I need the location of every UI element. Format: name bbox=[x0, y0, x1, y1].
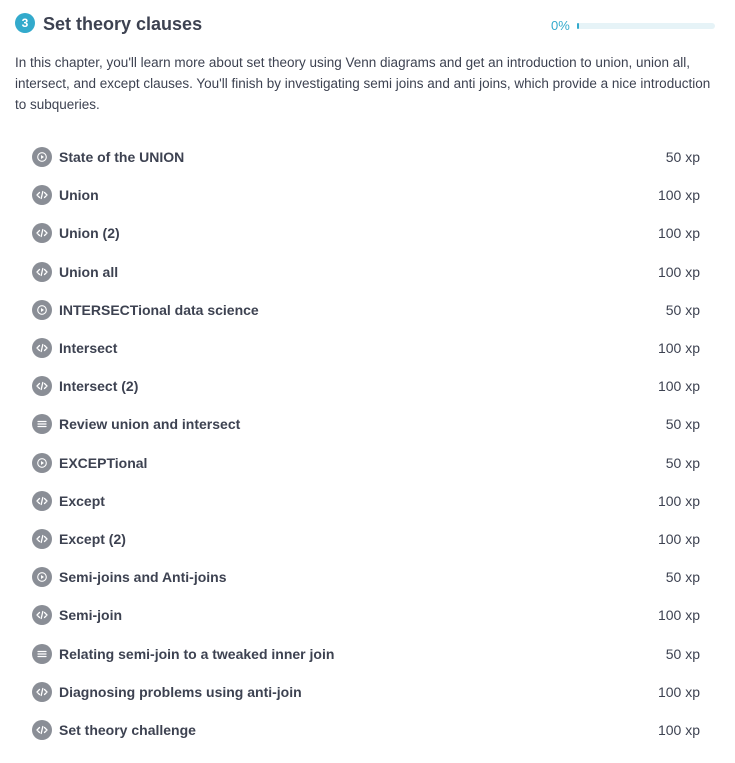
lesson-item[interactable]: Except 100 xp bbox=[32, 482, 700, 520]
chapter-title[interactable]: Set theory clauses bbox=[43, 12, 202, 36]
code-icon bbox=[32, 528, 52, 549]
lesson-item[interactable]: EXCEPTional 50 xp bbox=[32, 444, 700, 482]
lesson-xp: 50 xp bbox=[665, 645, 700, 662]
lesson-item[interactable]: INTERSECTional data science 50 xp bbox=[32, 291, 700, 329]
lesson-xp: 100 xp bbox=[657, 492, 700, 509]
lesson-title[interactable]: Union (2) bbox=[59, 225, 658, 241]
lesson-item[interactable]: Semi-join 100 xp bbox=[32, 596, 700, 634]
code-icon bbox=[32, 605, 52, 626]
lesson-item[interactable]: Diagnosing problems using anti-join 100 … bbox=[32, 673, 700, 711]
lesson-title[interactable]: Semi-joins and Anti-joins bbox=[59, 569, 666, 585]
lesson-title[interactable]: INTERSECTional data science bbox=[59, 302, 666, 318]
code-icon bbox=[32, 719, 52, 740]
lesson-title[interactable]: Intersect (2) bbox=[59, 378, 658, 394]
lesson-item[interactable]: Intersect (2) 100 xp bbox=[32, 367, 700, 405]
lesson-item[interactable]: Set theory challenge 100 xp bbox=[32, 711, 700, 749]
lesson-xp: 100 xp bbox=[657, 263, 700, 280]
lesson-title[interactable]: EXCEPTional bbox=[59, 455, 666, 471]
lesson-xp: 100 xp bbox=[657, 607, 700, 624]
progress-percentage: 0% bbox=[551, 18, 570, 33]
play-icon bbox=[32, 299, 52, 320]
lesson-title[interactable]: Semi-join bbox=[59, 607, 658, 623]
lesson-xp: 100 xp bbox=[657, 721, 700, 738]
lesson-xp: 100 xp bbox=[657, 340, 700, 357]
lesson-title[interactable]: State of the UNION bbox=[59, 149, 666, 165]
play-icon bbox=[32, 567, 52, 588]
progress-bar-fill bbox=[577, 23, 579, 29]
play-icon bbox=[32, 147, 52, 168]
lesson-item[interactable]: Semi-joins and Anti-joins 50 xp bbox=[32, 558, 700, 596]
code-icon bbox=[32, 338, 52, 359]
progress-bar bbox=[577, 23, 715, 29]
lesson-item[interactable]: Review union and intersect 50 xp bbox=[32, 405, 700, 443]
code-icon bbox=[32, 681, 52, 702]
code-icon bbox=[32, 490, 52, 511]
lesson-title[interactable]: Relating semi-join to a tweaked inner jo… bbox=[59, 646, 666, 662]
lesson-title[interactable]: Diagnosing problems using anti-join bbox=[59, 684, 658, 700]
code-icon bbox=[32, 261, 52, 282]
lesson-item[interactable]: Union all 100 xp bbox=[32, 253, 700, 291]
lesson-xp: 100 xp bbox=[657, 378, 700, 395]
lesson-list: State of the UNION 50 xp Union 100 xp Un… bbox=[32, 138, 700, 749]
play-icon bbox=[32, 452, 52, 473]
code-icon bbox=[32, 223, 52, 244]
lesson-xp: 50 xp bbox=[665, 454, 700, 471]
lesson-xp: 50 xp bbox=[665, 416, 700, 433]
lesson-item[interactable]: Intersect 100 xp bbox=[32, 329, 700, 367]
lesson-xp: 50 xp bbox=[665, 569, 700, 586]
lesson-title[interactable]: Union all bbox=[59, 264, 658, 280]
lesson-title[interactable]: Except (2) bbox=[59, 531, 658, 547]
lesson-xp: 50 xp bbox=[665, 149, 700, 166]
lesson-item[interactable]: Union (2) 100 xp bbox=[32, 214, 700, 252]
code-icon bbox=[32, 185, 52, 206]
list-icon bbox=[32, 414, 52, 435]
lesson-item[interactable]: State of the UNION 50 xp bbox=[32, 138, 700, 176]
lesson-xp: 100 xp bbox=[657, 225, 700, 242]
chapter-header: 3 Set theory clauses 0% bbox=[15, 12, 715, 36]
lesson-title[interactable]: Intersect bbox=[59, 340, 658, 356]
lesson-title[interactable]: Union bbox=[59, 187, 658, 203]
lesson-xp: 50 xp bbox=[665, 301, 700, 318]
lesson-item[interactable]: Union 100 xp bbox=[32, 176, 700, 214]
lesson-xp: 100 xp bbox=[657, 530, 700, 547]
chapter-number-badge: 3 bbox=[15, 13, 35, 33]
lesson-item[interactable]: Except (2) 100 xp bbox=[32, 520, 700, 558]
lesson-item[interactable]: Relating semi-join to a tweaked inner jo… bbox=[32, 634, 700, 672]
lesson-title[interactable]: Set theory challenge bbox=[59, 722, 658, 738]
chapter-description: In this chapter, you'll learn more about… bbox=[15, 55, 711, 112]
code-icon bbox=[32, 376, 52, 397]
list-icon bbox=[32, 643, 52, 664]
lesson-title[interactable]: Except bbox=[59, 493, 658, 509]
lesson-xp: 100 xp bbox=[657, 683, 700, 700]
lesson-title[interactable]: Review union and intersect bbox=[59, 416, 666, 432]
lesson-xp: 100 xp bbox=[657, 187, 700, 204]
